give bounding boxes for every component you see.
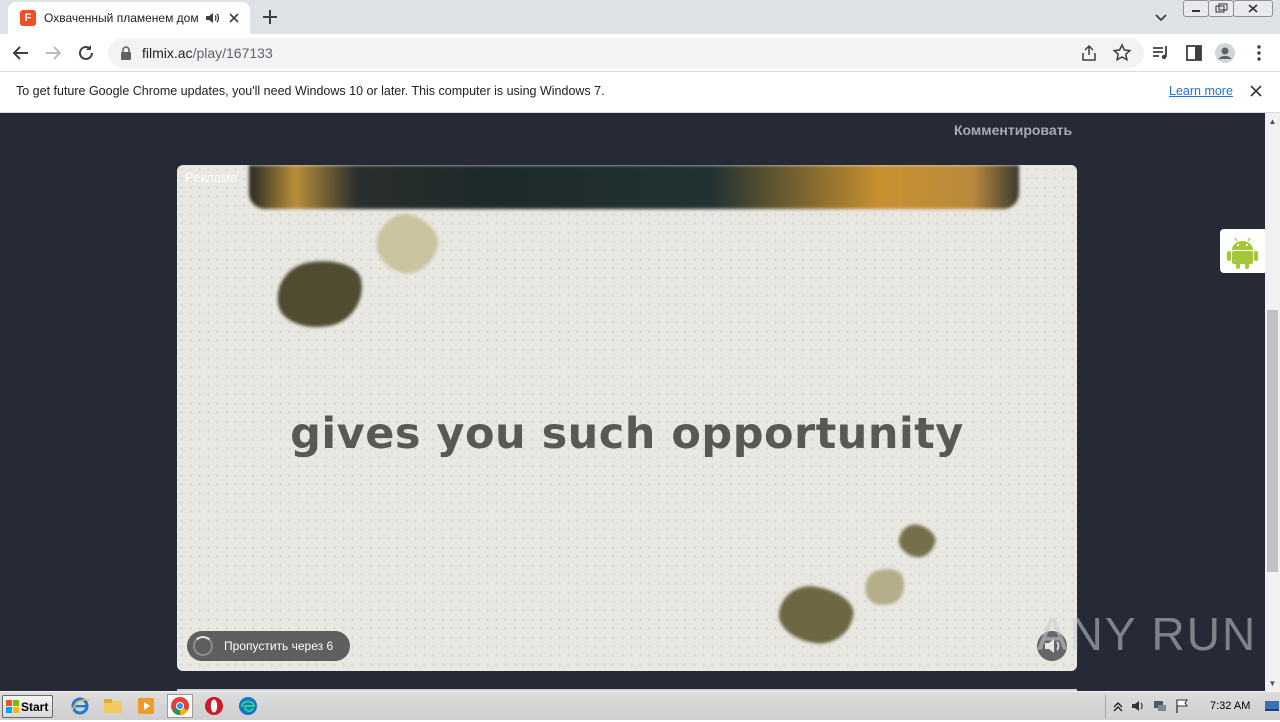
chrome-update-infobar: To get future Google Chrome updates, you… — [0, 72, 1280, 113]
internet-explorer-icon[interactable] — [69, 695, 91, 717]
scroll-down-arrow-icon[interactable]: ▼ — [1265, 677, 1280, 691]
url-text[interactable]: filmix.ac/play/167133 — [142, 45, 273, 61]
infobar-message: To get future Google Chrome updates, you… — [16, 84, 605, 98]
ad-top-image-strip — [249, 165, 1019, 209]
infobar-close-icon[interactable] — [1247, 82, 1265, 100]
tab-search-chevron-down-icon[interactable] — [1152, 8, 1170, 26]
bookmark-star-icon[interactable] — [1112, 43, 1132, 63]
windows-flag-icon — [6, 700, 19, 713]
start-button[interactable]: Start — [2, 695, 53, 718]
video-ad-player[interactable]: Реклама gives you such opportunity Пропу… — [177, 165, 1077, 671]
kebab-menu-icon[interactable] — [1248, 42, 1270, 64]
side-panel-icon[interactable] — [1183, 42, 1205, 64]
profile-avatar-icon[interactable] — [1214, 42, 1236, 64]
url-path: /play/167133 — [192, 45, 273, 61]
action-center-flag-icon[interactable] — [1174, 698, 1190, 714]
tab-strip: F Охваченный пламенем дом Ма — [0, 0, 1280, 34]
skip-ad-label: Пропустить через 6 — [224, 639, 334, 653]
system-tray: 7:32 AM — [1105, 695, 1280, 718]
windows-taskbar: Start 7:32 AM — [0, 691, 1280, 720]
browser-toolbar: filmix.ac/play/167133 — [0, 34, 1280, 72]
reload-icon[interactable] — [73, 40, 99, 66]
android-app-button[interactable] — [1220, 229, 1265, 273]
network-icon[interactable] — [1152, 698, 1168, 714]
window-close-button[interactable] — [1233, 0, 1273, 17]
edge-icon[interactable] — [237, 695, 259, 717]
ad-label: Реклама — [185, 170, 238, 185]
filmix-favicon-icon: F — [20, 10, 36, 26]
lock-icon[interactable] — [120, 46, 132, 60]
show-hidden-icons-icon[interactable] — [1110, 698, 1126, 714]
anyrun-watermark: ANY RUN — [1037, 608, 1258, 660]
taskbar-clock[interactable]: 7:32 AM — [1210, 700, 1250, 712]
file-explorer-icon[interactable] — [102, 695, 124, 717]
forward-arrow-icon[interactable] — [40, 40, 66, 66]
tab-title: Охваченный пламенем дом Ма — [44, 11, 200, 25]
page-scrollbar[interactable]: ▲ ▼ — [1265, 113, 1280, 691]
url-domain: filmix.ac — [142, 45, 193, 61]
skip-ad-button[interactable]: Пропустить через 6 — [187, 631, 350, 661]
media-player-icon[interactable] — [135, 695, 157, 717]
ad-headline: gives you such opportunity — [290, 409, 964, 459]
window-restore-button[interactable] — [1208, 0, 1234, 17]
volume-icon[interactable] — [1130, 698, 1146, 714]
scroll-up-arrow-icon[interactable]: ▲ — [1265, 115, 1280, 129]
tab-close-icon[interactable] — [226, 10, 242, 26]
back-arrow-icon[interactable] — [8, 40, 34, 66]
browser-tab-active[interactable]: F Охваченный пламенем дом Ма — [8, 2, 250, 34]
android-icon — [1227, 237, 1258, 269]
show-desktop-icon[interactable] — [1264, 698, 1280, 714]
window-minimize-button[interactable] — [1183, 0, 1209, 17]
media-controls-icon[interactable] — [1150, 42, 1172, 64]
tab-audio-playing-icon[interactable] — [204, 10, 220, 26]
scrollbar-thumb[interactable] — [1267, 310, 1278, 572]
countdown-spinner-icon — [193, 636, 213, 656]
new-tab-plus-icon[interactable] — [258, 5, 282, 29]
share-icon[interactable] — [1080, 44, 1098, 62]
chrome-taskbar-button[interactable] — [167, 694, 193, 718]
window-close-icon — [1248, 4, 1258, 13]
address-bar[interactable]: filmix.ac/play/167133 — [108, 38, 1144, 68]
chrome-icon — [171, 697, 189, 715]
comment-link[interactable]: Комментировать — [954, 122, 1072, 138]
restore-icon — [1215, 3, 1228, 13]
opera-icon[interactable] — [203, 695, 225, 717]
learn-more-link[interactable]: Learn more — [1169, 84, 1233, 98]
page-content: Комментировать Реклама gives you such op… — [0, 113, 1265, 691]
minimize-icon — [1192, 10, 1200, 12]
start-label: Start — [21, 700, 49, 714]
